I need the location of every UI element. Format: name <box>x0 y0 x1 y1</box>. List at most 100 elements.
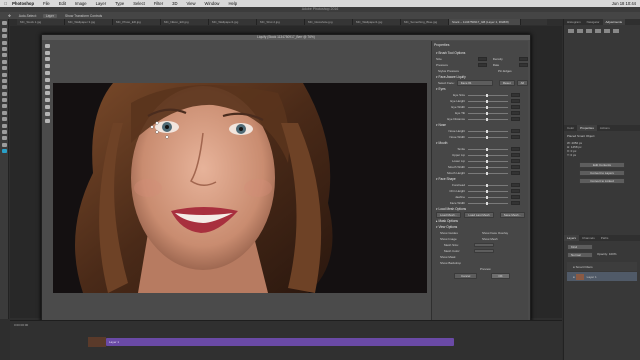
show-face-overlay-checkbox[interactable]: Show Face Overlay <box>482 231 508 235</box>
mouth-height-value[interactable] <box>511 171 520 175</box>
move-tool-icon[interactable]: ✥ <box>8 14 11 18</box>
hand-icon[interactable] <box>44 111 50 116</box>
layer-row-selected[interactable]: ● Layer 1 <box>567 272 637 281</box>
slider-knob[interactable] <box>486 129 488 133</box>
slider-knob[interactable] <box>486 153 488 157</box>
eye-width-slider[interactable] <box>468 105 508 109</box>
reconstruct-icon[interactable] <box>44 50 50 55</box>
face-width-value[interactable] <box>511 201 520 205</box>
layer-select[interactable]: Layer <box>42 13 57 18</box>
convert-linked-button[interactable]: Convert to Linked <box>579 178 625 184</box>
density-field[interactable] <box>519 57 529 61</box>
eye-width-value[interactable] <box>511 105 520 109</box>
preview-checkbox[interactable]: Preview <box>480 267 491 271</box>
smile-slider[interactable] <box>468 147 508 151</box>
cancel-button[interactable]: Cancel <box>454 273 478 279</box>
slider-knob[interactable] <box>486 99 488 103</box>
image-preview[interactable] <box>53 83 427 293</box>
timeline-clip[interactable]: Layer 1 <box>106 338 454 346</box>
doc-tab[interactable]: MC_Stock 1.jpg <box>17 19 65 25</box>
reset-button[interactable]: Reset <box>498 80 515 86</box>
eye-tilt-slider[interactable] <box>468 111 508 115</box>
menu-layer[interactable]: Layer <box>96 1 106 6</box>
slider-knob[interactable] <box>486 171 488 175</box>
rate-field[interactable] <box>519 63 529 67</box>
show-guides-checkbox[interactable]: Show Guides <box>440 231 482 235</box>
thaw-mask-icon[interactable] <box>44 98 50 103</box>
forehead-slider[interactable] <box>468 183 508 187</box>
face-tool-icon[interactable] <box>44 104 50 109</box>
upper-lip-slider[interactable] <box>468 153 508 157</box>
jawline-slider[interactable] <box>468 195 508 199</box>
doc-tab[interactable]: MC_Wallpaper1.jpg <box>353 19 401 25</box>
tab-color[interactable]: Color <box>564 125 577 131</box>
tab-properties[interactable]: Properties <box>577 125 597 131</box>
lower-lip-slider[interactable] <box>468 159 508 163</box>
edit-contents-button[interactable]: Edit Contents <box>579 162 625 168</box>
slider-knob[interactable] <box>486 111 488 115</box>
slider-knob[interactable] <box>486 147 488 151</box>
forehead-value[interactable] <box>511 183 520 187</box>
zoom-icon[interactable] <box>44 118 50 123</box>
menu-type[interactable]: Type <box>115 1 124 6</box>
doc-tab[interactable]: MC_Wallpaper1.jpg <box>209 19 257 25</box>
load-mesh-button[interactable]: Load Mesh... <box>436 212 462 218</box>
brightness-icon[interactable] <box>568 29 574 33</box>
smooth-icon[interactable] <box>44 57 50 62</box>
size-field[interactable] <box>477 57 487 61</box>
menu-filter[interactable]: Filter <box>154 1 163 6</box>
dodge-tool-icon[interactable] <box>1 104 7 109</box>
menu-window[interactable]: Window <box>205 1 220 6</box>
hue-icon[interactable] <box>613 29 619 33</box>
type-tool-icon[interactable] <box>1 117 7 122</box>
nose-width-slider[interactable] <box>468 135 508 139</box>
eye-distance-slider[interactable] <box>468 117 508 121</box>
gradient-tool-icon[interactable] <box>1 91 7 96</box>
crop-tool-icon[interactable] <box>1 46 7 51</box>
eye-height-value[interactable] <box>511 99 520 103</box>
menu-view[interactable]: View <box>187 1 196 6</box>
blend-mode-dropdown[interactable]: Normal <box>567 252 593 258</box>
eraser-tool-icon[interactable] <box>1 85 7 90</box>
slider-knob[interactable] <box>486 165 488 169</box>
slider-knob[interactable] <box>486 201 488 205</box>
menu-app[interactable]: Photoshop <box>12 1 34 6</box>
mouth-width-slider[interactable] <box>468 165 508 169</box>
select-face-dropdown[interactable]: Face #1 <box>456 80 493 86</box>
quick-select-tool-icon[interactable] <box>1 40 7 45</box>
freeze-mask-icon[interactable] <box>44 91 50 96</box>
slider-knob[interactable] <box>486 159 488 163</box>
eye-distance-value[interactable] <box>511 117 520 121</box>
slider-knob[interactable] <box>486 195 488 199</box>
slider-knob[interactable] <box>486 105 488 109</box>
mesh-size-dropdown[interactable] <box>474 243 494 247</box>
healing-tool-icon[interactable] <box>1 59 7 64</box>
slider-knob[interactable] <box>486 183 488 187</box>
vibrance-icon[interactable] <box>604 29 610 33</box>
slider-knob[interactable] <box>486 93 488 97</box>
doc-tab[interactable]: MC_Photo_ED.jpg <box>113 19 161 25</box>
mesh-color-dropdown[interactable] <box>474 249 494 253</box>
doc-tab[interactable]: MC_Glosshole.jpg <box>305 19 353 25</box>
doc-tab[interactable]: MC_Shot 2.jpg <box>257 19 305 25</box>
doc-tab[interactable]: MC_Wallpaper 3.jpg <box>65 19 113 25</box>
apple-icon[interactable]:  <box>4 1 7 6</box>
history-brush-icon[interactable] <box>1 78 7 83</box>
forward-warp-icon[interactable] <box>44 43 50 48</box>
doc-tab-active[interactable]: Stock – 1134750917_GB (Layer 1, RGB/8) <box>449 19 521 25</box>
layer-row[interactable]: ● Smart Filters <box>567 262 637 271</box>
lower-lip-value[interactable] <box>511 159 520 163</box>
pin-edges-checkbox[interactable]: Pin Edges <box>498 69 512 73</box>
eye-size-slider[interactable] <box>468 93 508 97</box>
menu-help[interactable]: Help <box>228 1 237 6</box>
mouth-height-slider[interactable] <box>468 171 508 175</box>
nose-width-value[interactable] <box>511 135 520 139</box>
upper-lip-value[interactable] <box>511 153 520 157</box>
foreground-color-icon[interactable] <box>1 149 7 154</box>
eye-tilt-value[interactable] <box>511 111 520 115</box>
levels-icon[interactable] <box>577 29 583 33</box>
kind-filter[interactable]: Kind <box>567 244 593 250</box>
chin-height-value[interactable] <box>511 189 520 193</box>
shape-tool-icon[interactable] <box>1 130 7 135</box>
doc-tab[interactable]: MC_Something_Blue.jpg <box>401 19 449 25</box>
